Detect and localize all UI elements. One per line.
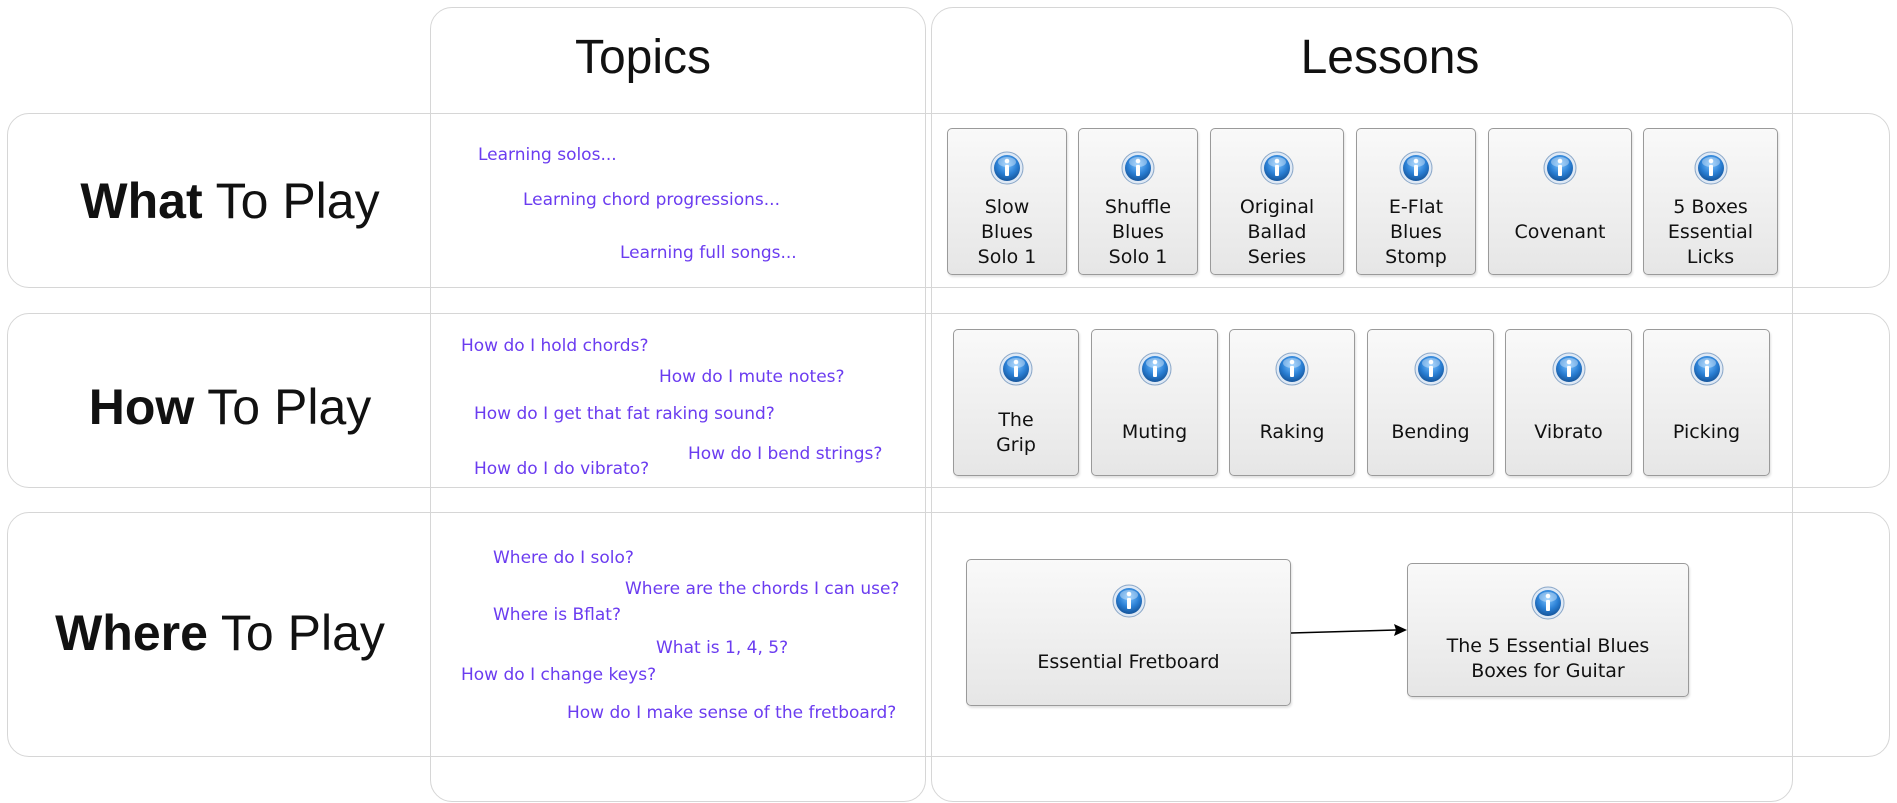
info-icon: [1531, 586, 1565, 620]
topic-link[interactable]: How do I get that fat raking sound?: [474, 404, 775, 424]
topic-link[interactable]: How do I change keys?: [461, 665, 656, 685]
row-title-how: How To Play: [30, 378, 430, 436]
topic-link[interactable]: How do I bend strings?: [688, 444, 882, 464]
lesson-label: Bending: [1391, 421, 1470, 443]
row-title-where: Where To Play: [20, 604, 420, 662]
topic-link[interactable]: Learning full songs...: [620, 243, 797, 263]
lesson-card[interactable]: The 5 Essential Blues Boxes for Guitar: [1407, 563, 1689, 697]
lesson-label: Shuffle Blues Solo 1: [1104, 196, 1172, 268]
topic-link[interactable]: How do I do vibrato?: [474, 459, 649, 479]
info-icon: [1138, 352, 1171, 386]
lesson-card[interactable]: Raking: [1229, 329, 1355, 476]
row-title-bold: What: [80, 173, 203, 229]
info-icon: [1121, 151, 1155, 185]
lesson-card[interactable]: Covenant: [1488, 128, 1632, 275]
topic-link[interactable]: Where are the chords I can use?: [625, 579, 899, 599]
lesson-card[interactable]: Vibrato: [1505, 329, 1632, 476]
lesson-label: The Grip: [996, 409, 1036, 456]
lesson-label: Picking: [1672, 421, 1741, 443]
lesson-label: Muting: [1121, 421, 1188, 443]
lesson-label: Original Ballad Series: [1239, 196, 1315, 268]
lesson-card[interactable]: Picking: [1643, 329, 1770, 476]
topic-link[interactable]: Where is Bflat?: [493, 605, 621, 625]
lesson-label: Slow Blues Solo 1: [977, 196, 1037, 268]
lesson-card[interactable]: Original Ballad Series: [1210, 128, 1344, 275]
topic-link[interactable]: How do I hold chords?: [461, 336, 648, 356]
info-icon: [1694, 151, 1727, 185]
lesson-label: The 5 Essential Blues Boxes for Guitar: [1446, 635, 1650, 682]
topic-link[interactable]: How do I mute notes?: [659, 367, 845, 387]
info-icon: [1543, 151, 1577, 185]
topic-link[interactable]: How do I make sense of the fretboard?: [567, 703, 896, 723]
row-title-bold: Where: [55, 605, 208, 661]
lesson-label: Raking: [1259, 421, 1325, 443]
topic-link[interactable]: Where do I solo?: [493, 548, 634, 568]
topic-link[interactable]: What is 1, 4, 5?: [656, 638, 788, 658]
lesson-card[interactable]: Muting: [1091, 329, 1218, 476]
info-icon: [1275, 352, 1309, 386]
info-icon: [990, 151, 1024, 185]
lesson-card[interactable]: E-Flat Blues Stomp: [1356, 128, 1476, 275]
lesson-label: E-Flat Blues Stomp: [1385, 196, 1447, 268]
lesson-label: Covenant: [1514, 221, 1606, 243]
lesson-label: Vibrato: [1534, 421, 1603, 443]
lesson-label: 5 Boxes Essential Licks: [1667, 196, 1754, 268]
lesson-card[interactable]: 5 Boxes Essential Licks: [1643, 128, 1778, 275]
row-title-what: What To Play: [30, 172, 430, 230]
connector-arrow: [1290, 624, 1407, 636]
lesson-card[interactable]: The Grip: [953, 329, 1079, 476]
info-icon: [1552, 352, 1585, 386]
info-icon: [1112, 584, 1145, 618]
info-icon: [1260, 151, 1294, 185]
row-title-rest: To Play: [194, 379, 372, 435]
lesson-card[interactable]: Bending: [1367, 329, 1494, 476]
info-icon: [999, 352, 1033, 386]
lessons-heading: Lessons: [1300, 31, 1480, 84]
lesson-label: Essential Fretboard: [1037, 651, 1220, 673]
lesson-card[interactable]: Shuffle Blues Solo 1: [1078, 128, 1198, 275]
lesson-card[interactable]: Essential Fretboard: [966, 559, 1291, 706]
topic-link[interactable]: Learning solos...: [478, 145, 617, 165]
lesson-card[interactable]: Slow Blues Solo 1: [947, 128, 1067, 275]
info-icon: [1399, 151, 1433, 185]
topics-heading: Topics: [574, 31, 712, 84]
row-title-bold: How: [88, 379, 195, 435]
row-title-rest: To Play: [202, 173, 380, 229]
row-title-rest: To Play: [207, 605, 385, 661]
topic-link[interactable]: Learning chord progressions...: [523, 190, 780, 210]
info-icon: [1414, 352, 1447, 386]
info-icon: [1690, 352, 1723, 386]
